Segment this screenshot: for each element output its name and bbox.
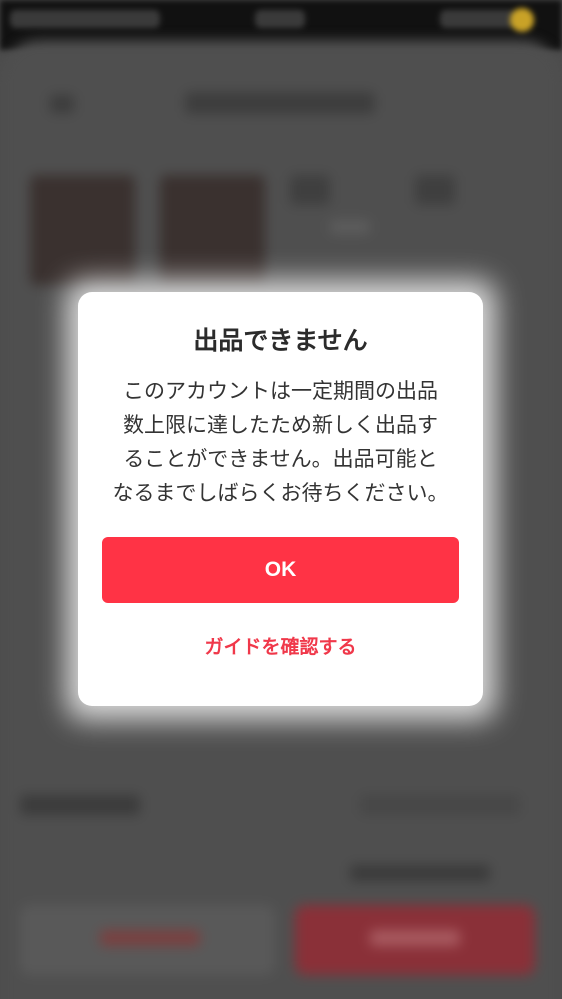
background-photo-thumbnail <box>160 175 265 285</box>
background-small-text <box>350 865 490 881</box>
background-row-value <box>360 795 520 815</box>
camera-icon <box>290 175 330 205</box>
status-bar-time <box>255 10 305 28</box>
back-icon <box>50 95 74 113</box>
status-bar-left <box>10 10 160 28</box>
background-secondary-button-label <box>100 930 200 946</box>
background-primary-button-label <box>370 930 460 946</box>
dialog-title: 出品できません <box>193 326 368 355</box>
background-title <box>185 92 375 114</box>
background-chip <box>330 220 370 234</box>
alert-dialog: 出品できません このアカウントは一定期間の出品 数上限に達したため新しく出品す … <box>78 292 483 706</box>
battery-icon <box>510 8 534 32</box>
screen: 出品できません このアカウントは一定期間の出品 数上限に達したため新しく出品す … <box>0 0 562 999</box>
check-guide-link[interactable]: ガイドを確認する <box>78 632 483 662</box>
background-photo-thumbnail <box>30 175 135 285</box>
dialog-message: このアカウントは一定期間の出品 数上限に達したため新しく出品す ることができませ… <box>112 379 449 505</box>
background-row-label <box>20 795 140 815</box>
ok-button[interactable]: OK <box>102 537 459 603</box>
camera-icon <box>415 175 455 205</box>
